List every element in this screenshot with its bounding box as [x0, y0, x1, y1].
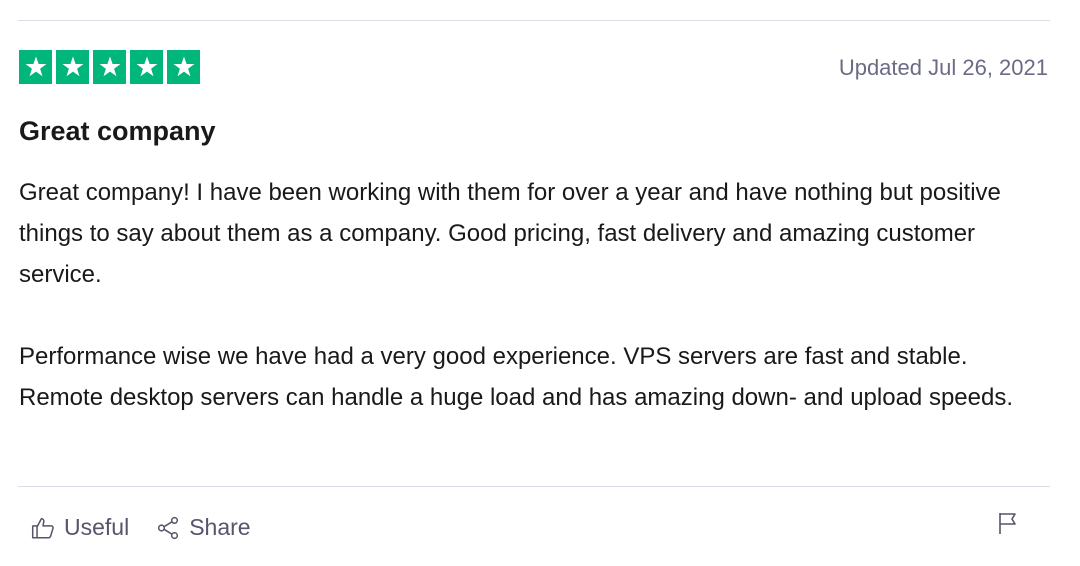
top-divider	[18, 20, 1050, 21]
review-body: Great company! I have been working with …	[19, 172, 1049, 418]
review-paragraph: Performance wise we have had a very good…	[19, 343, 1013, 411]
star-5	[167, 50, 200, 84]
share-icon	[158, 516, 179, 539]
review-paragraph: Great company! I have been working with …	[19, 179, 1001, 288]
star-4	[130, 50, 163, 84]
star-icon	[99, 56, 120, 77]
report-flag-button[interactable]	[996, 510, 1020, 541]
star-icon	[62, 56, 83, 77]
star-2	[56, 50, 89, 84]
star-icon	[25, 56, 46, 77]
useful-label: Useful	[64, 514, 130, 540]
share-label: Share	[189, 514, 251, 540]
useful-button[interactable]: Useful	[30, 514, 129, 541]
bottom-divider	[18, 486, 1050, 487]
thumbs-up-icon	[31, 517, 54, 539]
star-icon	[173, 56, 194, 77]
star-1	[19, 50, 52, 84]
flag-icon	[999, 513, 1016, 534]
share-button[interactable]: Share	[155, 514, 251, 541]
star-icon	[136, 56, 157, 77]
review-title: Great company	[19, 116, 216, 146]
star-3	[93, 50, 126, 84]
review-date: Updated Jul 26, 2021	[838, 55, 1048, 80]
review-actions: Useful Share	[30, 514, 277, 541]
star-rating	[19, 50, 200, 84]
